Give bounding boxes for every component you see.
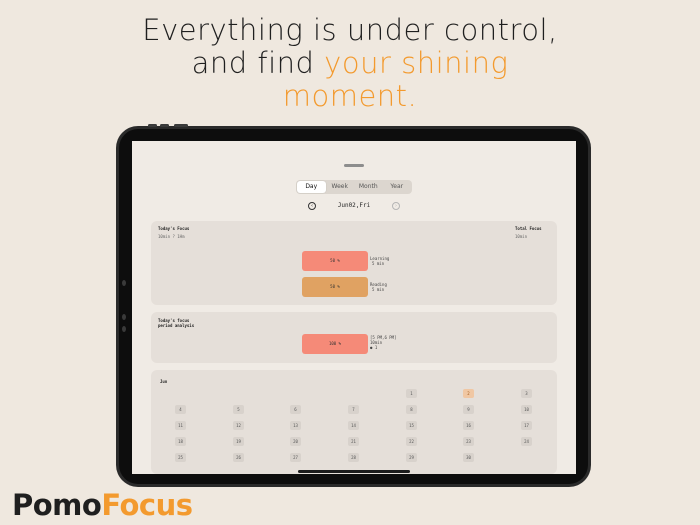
calendar-day[interactable]: 26	[233, 453, 244, 462]
calendar-day[interactable]: 29	[406, 453, 417, 462]
sheet-grabber[interactable]	[344, 164, 364, 167]
tab-day[interactable]: Day	[297, 181, 326, 193]
calendar-day[interactable]: 21	[348, 437, 359, 446]
tab-year[interactable]: Year	[383, 181, 412, 193]
calendar-day[interactable]: 12	[233, 421, 244, 430]
calendar-day[interactable]: 6	[290, 405, 301, 414]
calendar-day[interactable]: 20	[290, 437, 301, 446]
headline-line-2-accent: your shining	[324, 46, 509, 80]
today-focus-title: Today's Focus	[158, 226, 190, 231]
calendar-day[interactable]: 14	[348, 421, 359, 430]
volume-button	[160, 124, 169, 127]
volume-button	[148, 124, 157, 127]
brand-part-2: Focus	[101, 488, 193, 522]
calendar-day[interactable]: 24	[521, 437, 532, 446]
calendar-day[interactable]: 19	[233, 437, 244, 446]
side-sensor	[122, 326, 126, 332]
learning-bar[interactable]: 50 %	[302, 251, 368, 271]
calendar-day[interactable]: 25	[175, 453, 186, 462]
calendar-day[interactable]: 22	[406, 437, 417, 446]
calendar-day[interactable]: 11	[175, 421, 186, 430]
calendar-card: Jun 1 2 3 4 5 6 7 8 9 10 11 12 13 14 15 16 17 18 19 20 21 22 2…	[151, 370, 557, 474]
today-focus-card: Today's Focus 10min ? 1Hm Total Focus 10…	[151, 221, 557, 305]
tab-month[interactable]: Month	[354, 181, 383, 193]
period-title-line-2: period analysis	[158, 323, 195, 328]
headline-line-1: Everything is under control,	[142, 13, 558, 47]
calendar-day[interactable]: 17	[521, 421, 532, 430]
period-legend-count: ● 1	[370, 345, 378, 350]
calendar-day[interactable]: 7	[348, 405, 359, 414]
today-focus-subtitle: 10min ? 1Hm	[158, 234, 185, 239]
total-focus-value: 10min	[515, 234, 528, 239]
total-focus-label: Total Focus	[515, 226, 542, 231]
next-arrow-icon[interactable]: ›	[392, 202, 400, 210]
headline-line-3: moment.	[282, 79, 418, 113]
calendar-day[interactable]: 8	[406, 405, 417, 414]
date-navigator: ‹ Jun02,Fri ›	[304, 202, 404, 212]
learning-legend: Learning 5 min	[370, 256, 389, 266]
learning-legend-time: 5 min	[372, 261, 385, 266]
brand-logo: PomoFocus	[12, 488, 193, 522]
date-label: Jun02,Fri	[337, 202, 371, 209]
reading-bar[interactable]: 50 %	[302, 277, 368, 297]
headline-line-2: and find your shining	[0, 47, 700, 80]
calendar-day[interactable]: 16	[463, 421, 474, 430]
calendar-day[interactable]: 2	[463, 389, 474, 398]
app-screen: Day Week Month Year ‹ Jun02,Fri › Today'…	[132, 141, 576, 474]
brand-part-1: Pomo	[12, 488, 102, 522]
period-bar[interactable]: 100 %	[302, 334, 368, 354]
reading-legend: Reading 5 min	[370, 282, 387, 292]
headline-line-2-plain: and find	[191, 46, 325, 80]
home-indicator[interactable]	[298, 470, 410, 473]
headline: Everything is under control, and find yo…	[0, 14, 700, 113]
reading-legend-time: 5 min	[372, 287, 385, 292]
side-sensor	[122, 280, 126, 286]
calendar-day[interactable]: 5	[233, 405, 244, 414]
calendar-day[interactable]: 9	[463, 405, 474, 414]
calendar-day[interactable]: 10	[521, 405, 532, 414]
power-button	[174, 124, 188, 127]
calendar-day[interactable]: 28	[348, 453, 359, 462]
side-sensor	[122, 314, 126, 320]
calendar-day[interactable]: 4	[175, 405, 186, 414]
tab-week[interactable]: Week	[326, 181, 355, 193]
calendar-day[interactable]: 1	[406, 389, 417, 398]
calendar-day[interactable]: 18	[175, 437, 186, 446]
calendar-day[interactable]: 23	[463, 437, 474, 446]
period-analysis-card: Today's focus period analysis 100 % [5 P…	[151, 312, 557, 363]
calendar-month: Jun	[160, 379, 168, 384]
calendar-day[interactable]: 30	[463, 453, 474, 462]
calendar-day[interactable]: 27	[290, 453, 301, 462]
period-legend: [5 PM,6 PM] 10min ● 1	[370, 335, 397, 350]
calendar-day[interactable]: 15	[406, 421, 417, 430]
calendar-day[interactable]: 3	[521, 389, 532, 398]
calendar-day[interactable]: 13	[290, 421, 301, 430]
period-segmented-control: Day Week Month Year	[296, 180, 412, 194]
